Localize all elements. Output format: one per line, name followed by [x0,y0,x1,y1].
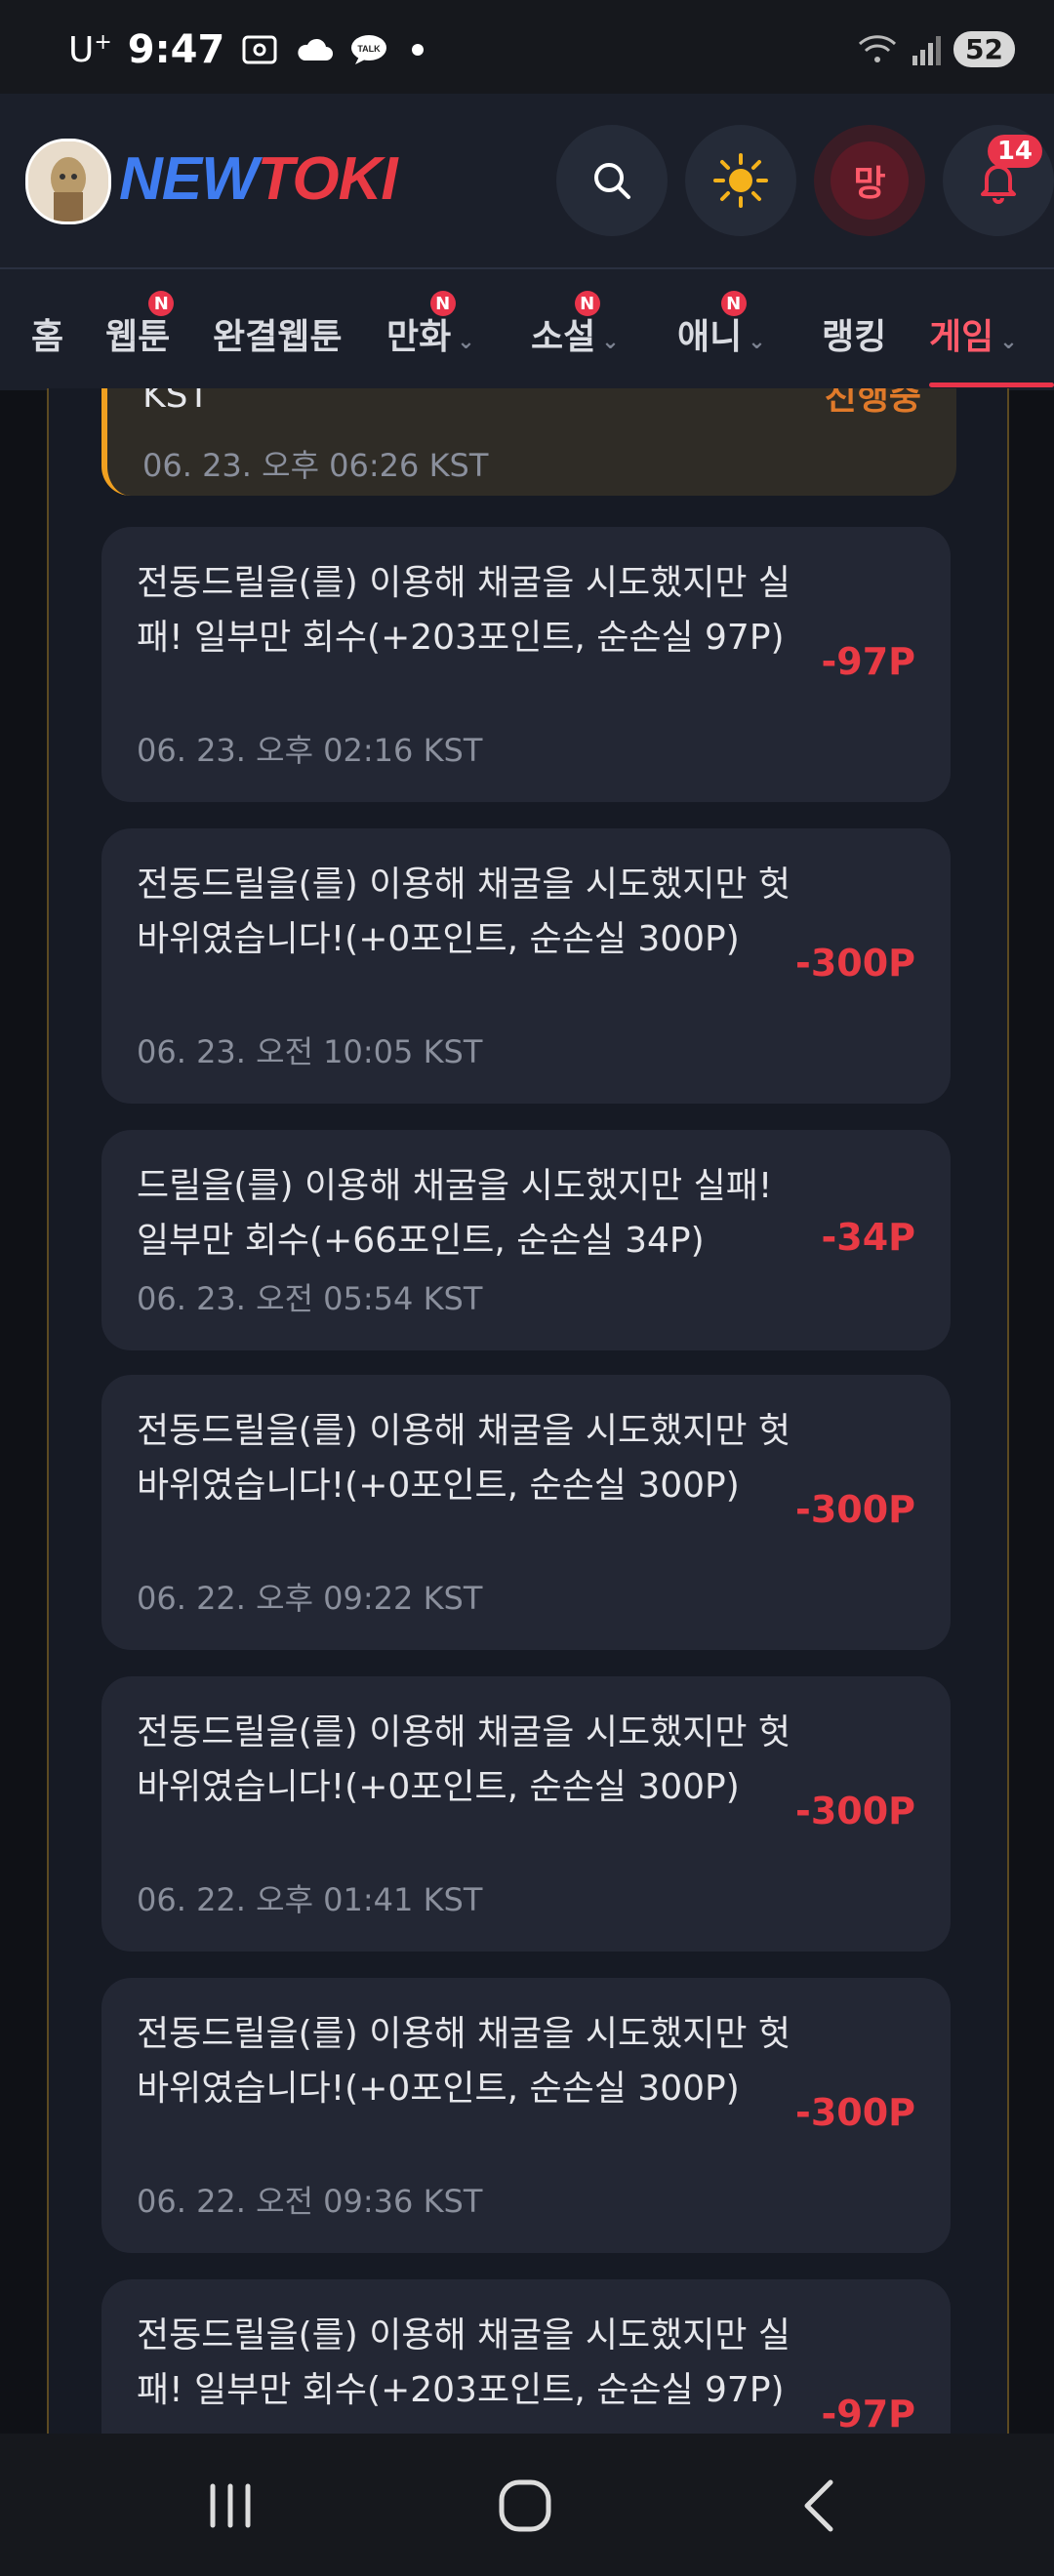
avatar[interactable] [25,139,111,224]
chevron-down-icon: ⌄ [999,330,1018,354]
status-time: 9:47 [127,27,225,72]
history-text: 전동드릴을(를) 이용해 채굴을 시도했지만 헛바위였습니다!(+0포인트, 순… [137,865,791,959]
carrier-label: U+ [68,29,112,70]
notification-dot [412,44,425,56]
nav-item-anime[interactable]: 애니 ⌄ N [677,291,766,359]
nav-item-manga[interactable]: 만화 ⌄ N [386,291,475,359]
wifi-icon [858,34,897,62]
new-badge: N [148,291,175,316]
site-logo[interactable]: NEWTOKI [119,144,398,214]
history-text: 전동드릴을(를) 이용해 채굴을 시도했지만 실패! 일부만 회수(+203포인… [137,563,791,658]
history-date: 06. 23. 오전 10:05 KST [137,1033,483,1070]
history-card: 전동드릴을(를) 이용해 채굴을 시도했지만 실패! 일부만 회수(+203포인… [101,2279,951,2434]
history-date: 06. 23. 오후 02:16 KST [137,732,483,769]
notification-count-badge: 14 [987,135,1042,168]
nav-item-home[interactable]: 홈 [31,308,63,359]
chevron-down-icon: ⌄ [601,330,620,354]
recents-icon [210,2483,251,2528]
new-badge: N [429,291,456,316]
history-card: 전동드릴을(를) 이용해 채굴을 시도했지만 헛바위였습니다!(+0포인트, 순… [101,1375,951,1650]
amount-label: -34P [821,1216,915,1259]
history-text: 전동드릴을(를) 이용해 채굴을 시도했지만 헛바위였습니다!(+0포인트, 순… [137,1712,791,1807]
talk-icon: TALK [351,35,387,64]
search-button[interactable] [556,125,668,236]
history-date: 06. 22. 오전 09:36 KST [137,2183,483,2220]
chevron-down-icon: ⌄ [457,330,475,354]
history-card-active: KST 06. 23. 오후 06:26 KST 진행중 [101,388,956,496]
status-label: 진행중 [824,388,921,418]
history-text: 전동드릴을(를) 이용해 채굴을 시도했지만 헛바위였습니다!(+0포인트, 순… [137,1411,791,1506]
svg-text:TALK: TALK [358,44,382,54]
status-bar: U+ 9:47 TALK 52 [0,0,1054,94]
history-list-viewport[interactable]: KST 06. 23. 오후 06:26 KST 진행중 전동드릴을(를) 이용… [0,388,1054,2434]
notification-button[interactable]: 14 [943,125,1054,236]
amount-label: -300P [795,2091,915,2134]
nav-item-game[interactable]: 게임 ⌄ [929,308,1018,359]
history-text: 전동드릴을(를) 이용해 채굴을 시도했지만 헛바위였습니다!(+0포인트, 순… [137,2014,791,2109]
history-date: 06. 23. 오전 05:54 KST [137,1280,483,1317]
history-date: 06. 22. 오후 01:41 KST [137,1881,483,1918]
history-card: 전동드릴을(를) 이용해 채굴을 시도했지만 헛바위였습니다!(+0포인트, 순… [101,828,951,1104]
user-menu-button[interactable]: 망 [814,125,925,236]
amount-label: -300P [795,942,915,985]
new-badge: N [574,291,600,316]
amount-label: -97P [821,640,915,683]
back-icon [804,2479,833,2532]
new-badge: N [720,291,747,316]
history-card: 드릴을(를) 이용해 채굴을 시도했지만 실패! 일부만 회수(+66포인트, … [101,1130,951,1350]
history-date: 06. 22. 오후 09:22 KST [137,1580,483,1617]
search-icon [594,163,630,199]
home-icon [499,2479,551,2532]
history-card: 전동드릴을(를) 이용해 채굴을 시도했지만 헛바위였습니다!(+0포인트, 순… [101,1978,951,2253]
app-header: NEWTOKI 망 14 [0,94,1054,267]
home-button[interactable] [486,2475,564,2537]
recents-button[interactable] [191,2475,269,2537]
amount-label: -300P [795,1488,915,1531]
cloud-icon [298,38,334,60]
active-tab-indicator [929,382,1054,387]
screenshot-icon [242,35,277,64]
signal-icon [912,35,942,65]
avatar-image [28,141,108,221]
amount-label: -97P [821,2393,915,2434]
history-card: 전동드릴을(를) 이용해 채굴을 시도했지만 실패! 일부만 회수(+203포인… [101,527,951,802]
battery-indicator: 52 [953,31,1015,67]
history-date: 06. 23. 오후 06:26 KST [142,447,489,484]
user-initial: 망 [831,141,909,220]
history-card: 전동드릴을(를) 이용해 채굴을 시도했지만 헛바위였습니다!(+0포인트, 순… [101,1676,951,1952]
history-text: 전동드릴을(를) 이용해 채굴을 시도했지만 실패! 일부만 회수(+203포인… [137,2315,791,2410]
category-nav: 홈 웹툰 N 완결웹툰 만화 ⌄ N 소설 ⌄ N 애니 ⌄ N 랭킹 게임 ⌄ [0,267,1054,390]
chevron-down-icon: ⌄ [748,330,766,354]
history-text: KST [142,388,210,416]
system-nav-bar [0,2434,1054,2576]
nav-item-completed-webtoon[interactable]: 완결웹툰 [213,308,342,359]
nav-item-ranking[interactable]: 랭킹 [822,308,886,359]
sun-icon [713,153,768,208]
amount-label: -300P [795,1790,915,1832]
nav-item-novel[interactable]: 소설 ⌄ N [531,291,620,359]
history-text: 드릴을(를) 이용해 채굴을 시도했지만 실패! 일부만 회수(+66포인트, … [137,1166,773,1261]
back-button[interactable] [781,2475,859,2537]
nav-item-webtoon[interactable]: 웹툰 N [105,291,175,359]
theme-toggle-button[interactable] [685,125,796,236]
